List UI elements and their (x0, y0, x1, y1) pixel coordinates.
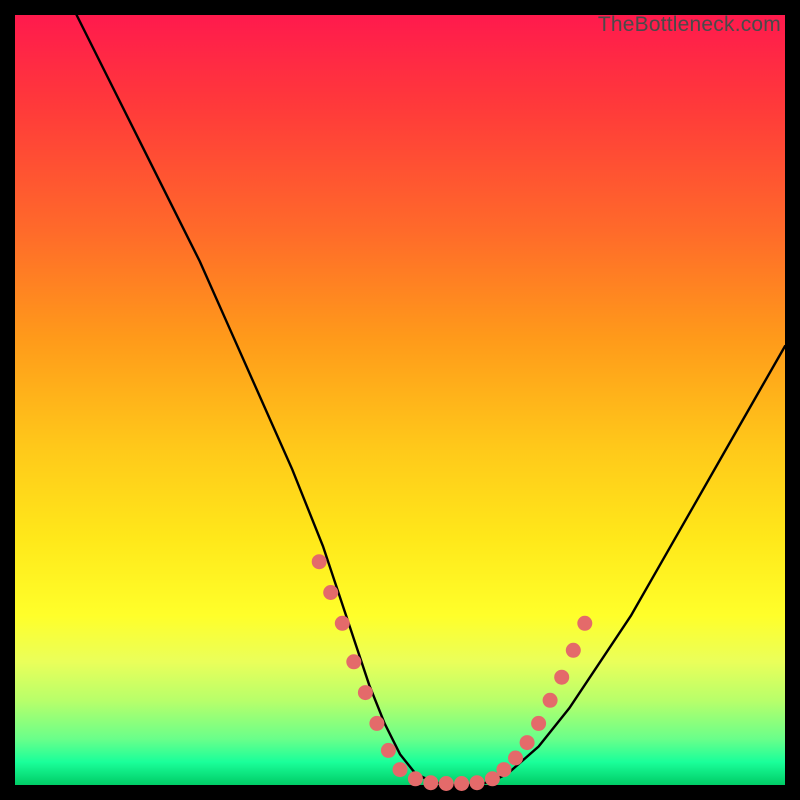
scatter-dot (393, 762, 408, 777)
scatter-dot (439, 776, 454, 791)
scatter-dot (454, 776, 469, 791)
scatter-dot (312, 554, 327, 569)
scatter-dot (358, 685, 373, 700)
scatter-dot (323, 585, 338, 600)
scatter-dot (520, 735, 535, 750)
scatter-dots-group (312, 554, 593, 791)
scatter-dot (408, 771, 423, 786)
chart-frame: TheBottleneck.com (15, 15, 785, 785)
scatter-dot (508, 751, 523, 766)
scatter-dot (423, 775, 438, 790)
scatter-dot (346, 654, 361, 669)
scatter-dot (543, 693, 558, 708)
scatter-dot (381, 743, 396, 758)
scatter-dot (577, 616, 592, 631)
bottleneck-curve-line (77, 15, 785, 785)
scatter-dot (496, 762, 511, 777)
scatter-dot (470, 775, 485, 790)
scatter-dot (531, 716, 546, 731)
scatter-dot (554, 670, 569, 685)
scatter-dot (566, 643, 581, 658)
chart-svg (15, 15, 785, 785)
scatter-dot (369, 716, 384, 731)
scatter-dot (335, 616, 350, 631)
